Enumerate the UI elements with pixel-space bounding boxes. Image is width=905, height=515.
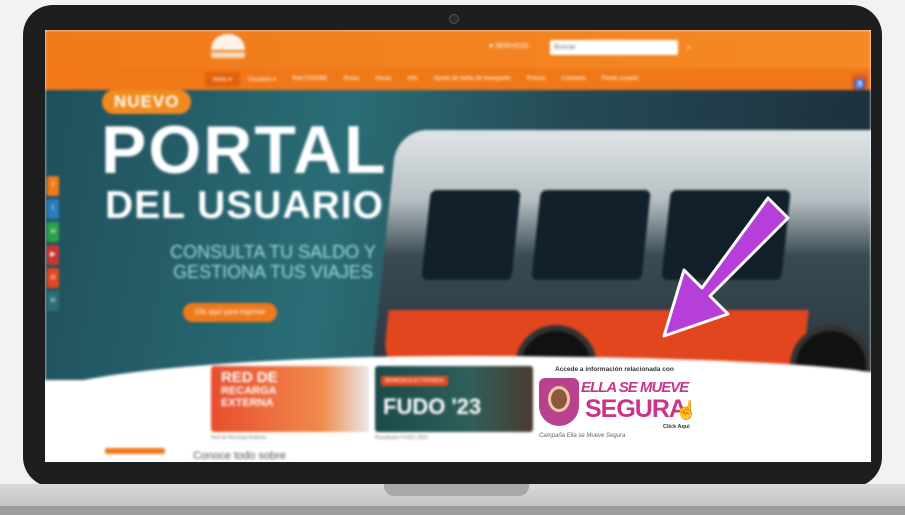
hero-subtitle: CONSULTA TU SALDO Y GESTIONA TUS VIAJES <box>170 242 376 282</box>
nav-item-portal[interactable]: Portal usuario <box>594 72 647 86</box>
main-nav: Inicio ▾ Usuarios ▾ Red CODIBE Rutas Hor… <box>45 68 871 90</box>
youtube-icon[interactable]: ▶ <box>47 245 59 265</box>
nav-item-red[interactable]: Red CODIBE <box>284 72 336 86</box>
twitter-icon[interactable]: t <box>47 199 59 219</box>
hero-title-line2: DEL USUARIO <box>105 184 384 227</box>
nav-item-usuarios[interactable]: Usuarios ▾ <box>240 72 284 87</box>
hero-cta-button[interactable]: Clic aquí para ingresar <box>183 303 278 322</box>
nav-item-rutas[interactable]: Rutas <box>336 72 368 86</box>
card-fudo[interactable]: MONEDA ELECTRONICA FUDO '23 <box>375 366 533 432</box>
nuevo-badge: NUEVO <box>102 90 192 114</box>
ella-title: ELLA SE MUEVE <box>581 379 689 396</box>
servicio-link[interactable]: ♥ SERVICIO <box>489 43 528 50</box>
ella-heading: Accede a información relacionada con <box>555 366 674 373</box>
linkedin-icon[interactable]: in <box>47 291 59 311</box>
pointer-hand-icon: ☝ <box>675 400 698 420</box>
click-aqui-link[interactable]: Click Aquí <box>663 424 690 430</box>
instagram-icon[interactable]: ◎ <box>47 268 59 288</box>
shield-logo <box>539 378 579 426</box>
webcam-icon <box>449 14 459 24</box>
laptop-notch <box>384 484 529 496</box>
facebook-icon[interactable]: f <box>47 176 59 196</box>
nav-item-contacto[interactable]: Contacto <box>554 72 594 86</box>
card-red-recarga[interactable]: RED DE RECARGA EXTERNA <box>211 366 369 432</box>
arrow-down-left-icon <box>662 196 790 338</box>
card-caption: Resultados FUDO 2023 <box>375 435 429 441</box>
ella-title-segura: SEGURA <box>585 395 687 423</box>
site-header: ♥ SERVICIO ⌕ <box>45 30 871 68</box>
nav-item-prensa[interactable]: Prensa <box>519 72 554 86</box>
nav-item-ajuste[interactable]: Ajuste de tarifa de transporte <box>425 72 518 86</box>
whatsapp-icon[interactable]: w <box>47 222 59 242</box>
nav-item-inicio[interactable]: Inicio ▾ <box>205 71 240 87</box>
section-heading: Conoce todo sobre <box>193 450 286 462</box>
ella-se-mueve-segura-banner[interactable]: Accede a información relacionada con ELL… <box>539 366 709 446</box>
nav-item-horas[interactable]: Horas <box>367 72 399 86</box>
section-accent <box>105 448 165 454</box>
nav-item-info[interactable]: Info <box>399 72 425 86</box>
search-input[interactable] <box>550 40 678 55</box>
site-logo[interactable] <box>211 34 245 62</box>
hero-title: PORTAL <box>101 112 388 188</box>
laptop-base-edge <box>0 506 905 515</box>
social-sidebar: f t w ▶ ◎ in <box>47 176 59 314</box>
card-caption: Red de Recarga Externa <box>211 435 267 441</box>
search-icon[interactable]: ⌕ <box>682 40 696 55</box>
ella-caption: Campaña Ella se Mueve Segura <box>539 433 626 439</box>
